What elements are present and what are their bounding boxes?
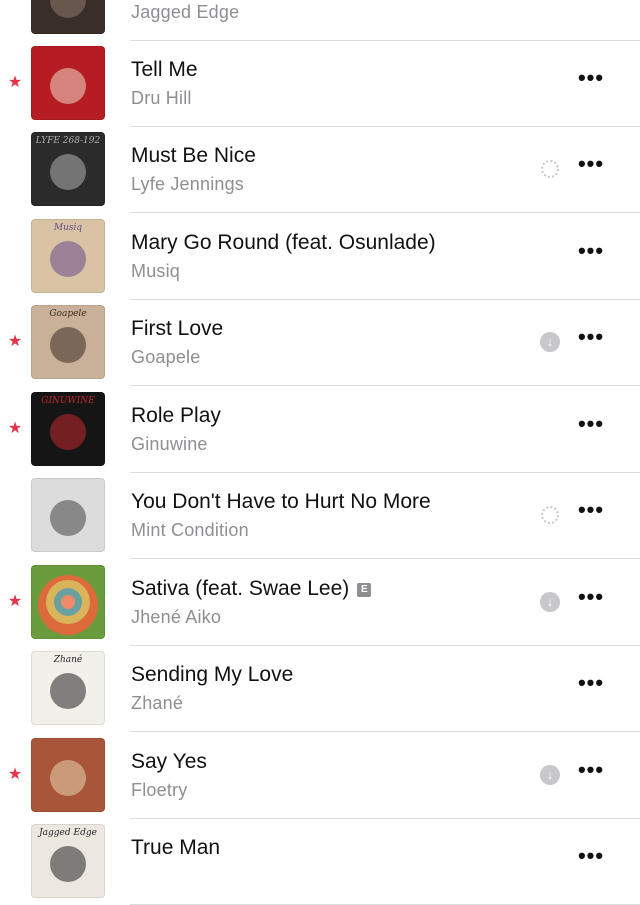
album-art-text: GINUWINE — [41, 396, 95, 406]
favorite-star-icon: ★ — [7, 593, 23, 610]
song-row[interactable]: HARD Jagged Edge ••• — [0, 0, 640, 41]
album-artwork[interactable]: Zhané — [31, 651, 105, 725]
song-artist: Jagged Edge — [131, 2, 240, 22]
more-options-icon[interactable]: ••• — [575, 672, 607, 699]
song-title: Say Yes — [131, 749, 207, 775]
song-row[interactable]: Zhané Sending My Love Zhané ••• — [0, 645, 640, 732]
song-artist: Zhané — [131, 693, 184, 713]
album-artwork[interactable]: HARD — [31, 0, 105, 34]
favorite-star-icon: ★ — [7, 420, 23, 437]
song-title: True Man — [131, 835, 220, 861]
song-title: Must Be Nice — [131, 143, 256, 169]
album-art-text: Goapele — [49, 309, 87, 319]
song-title-text: Tell Me — [131, 58, 198, 81]
more-options-icon[interactable]: ••• — [575, 67, 607, 94]
song-title-text: Sativa (feat. Swae Lee) — [131, 577, 350, 600]
album-artwork[interactable] — [31, 738, 105, 812]
more-options-icon[interactable]: ••• — [575, 240, 607, 267]
album-artwork[interactable] — [31, 565, 105, 639]
song-title: First Love — [131, 316, 223, 342]
song-row[interactable]: LYFE 268-192 Must Be Nice Lyfe Jennings ••• — [0, 126, 640, 213]
song-title-text: True Man — [131, 836, 221, 859]
song-title-text: Must Be Nice — [131, 144, 256, 167]
song-row[interactable]: Musiq Mary Go Round (feat. Osunlade) Musiq… — [0, 213, 640, 300]
more-options-icon[interactable]: ••• — [575, 499, 607, 526]
album-art-text: LYFE 268-192 — [35, 136, 101, 146]
downloaded-icon: ↓ — [540, 592, 560, 612]
song-artist: Ginuwine — [131, 434, 208, 454]
song-title: You Don't Have to Hurt No More — [131, 489, 431, 515]
song-title: Mary Go Round (feat. Osunlade) — [131, 230, 436, 256]
song-title: Tell Me — [131, 57, 198, 83]
more-options-icon[interactable]: ••• — [575, 413, 607, 440]
album-artwork[interactable] — [31, 46, 105, 120]
album-artwork[interactable]: Musiq — [31, 219, 105, 293]
album-art-text: Jagged Edge — [39, 828, 97, 838]
favorite-star-icon: ★ — [7, 766, 23, 783]
song-row[interactable]: Jagged Edge True Man ••• — [0, 818, 640, 905]
explicit-badge: E — [357, 583, 372, 597]
downloaded-icon: ↓ — [540, 765, 560, 785]
more-options-icon[interactable]: ••• — [575, 153, 607, 180]
album-artwork[interactable]: Jagged Edge — [31, 824, 105, 898]
song-artist: Musiq — [131, 261, 181, 281]
song-artist: Dru Hill — [131, 88, 192, 108]
song-artist: Floetry — [131, 780, 188, 800]
more-options-icon[interactable]: ••• — [575, 586, 607, 613]
song-artist: Mint Condition — [131, 520, 249, 540]
song-row[interactable]: ★ Sativa (feat. Swae Lee) E Jhené Aiko ↓ ••• — [0, 559, 640, 646]
song-title-text: Role Play — [131, 404, 221, 427]
song-title-text: Mary Go Round (feat. Osunlade) — [131, 231, 436, 254]
song-title-text: First Love — [131, 317, 224, 340]
more-options-icon[interactable]: ••• — [575, 845, 607, 872]
album-artwork[interactable] — [31, 478, 105, 552]
song-row[interactable]: ★ Say Yes Floetry ↓ ••• — [0, 732, 640, 819]
row-divider — [130, 903, 640, 905]
loading-icon — [540, 159, 560, 179]
album-artwork[interactable]: LYFE 268-192 — [31, 132, 105, 206]
album-art-text: Musiq — [53, 223, 83, 233]
song-title-text: You Don't Have to Hurt No More — [131, 490, 431, 513]
song-row[interactable]: ★ Goapele First Love Goapele ↓ ••• — [0, 299, 640, 386]
song-title-text: Say Yes — [131, 750, 207, 773]
song-title: Sending My Love — [131, 662, 293, 688]
song-title-text: Sending My Love — [131, 663, 294, 686]
album-art-text: Zhané — [53, 655, 83, 665]
song-title: Sativa (feat. Swae Lee) E — [131, 576, 372, 602]
more-options-icon[interactable]: ••• — [575, 759, 607, 786]
album-artwork[interactable]: GINUWINE — [31, 392, 105, 466]
song-artist: Jhené Aiko — [131, 607, 222, 627]
more-options-icon[interactable]: ••• — [575, 326, 607, 353]
song-row[interactable]: ★ GINUWINE Role Play Ginuwine ••• — [0, 386, 640, 473]
favorite-star-icon: ★ — [7, 333, 23, 350]
song-row[interactable]: You Don't Have to Hurt No More Mint Condi… — [0, 472, 640, 559]
song-row[interactable]: ★ Tell Me Dru Hill ••• — [0, 40, 640, 127]
album-artwork[interactable]: Goapele — [31, 305, 105, 379]
song-title: Role Play — [131, 403, 221, 429]
song-artist: Lyfe Jennings — [131, 174, 245, 194]
loading-icon — [540, 505, 560, 525]
song-artist: Goapele — [131, 347, 201, 367]
favorite-star-icon: ★ — [7, 74, 23, 91]
downloaded-icon: ↓ — [540, 332, 560, 352]
more-options-icon[interactable]: ••• — [575, 0, 607, 8]
